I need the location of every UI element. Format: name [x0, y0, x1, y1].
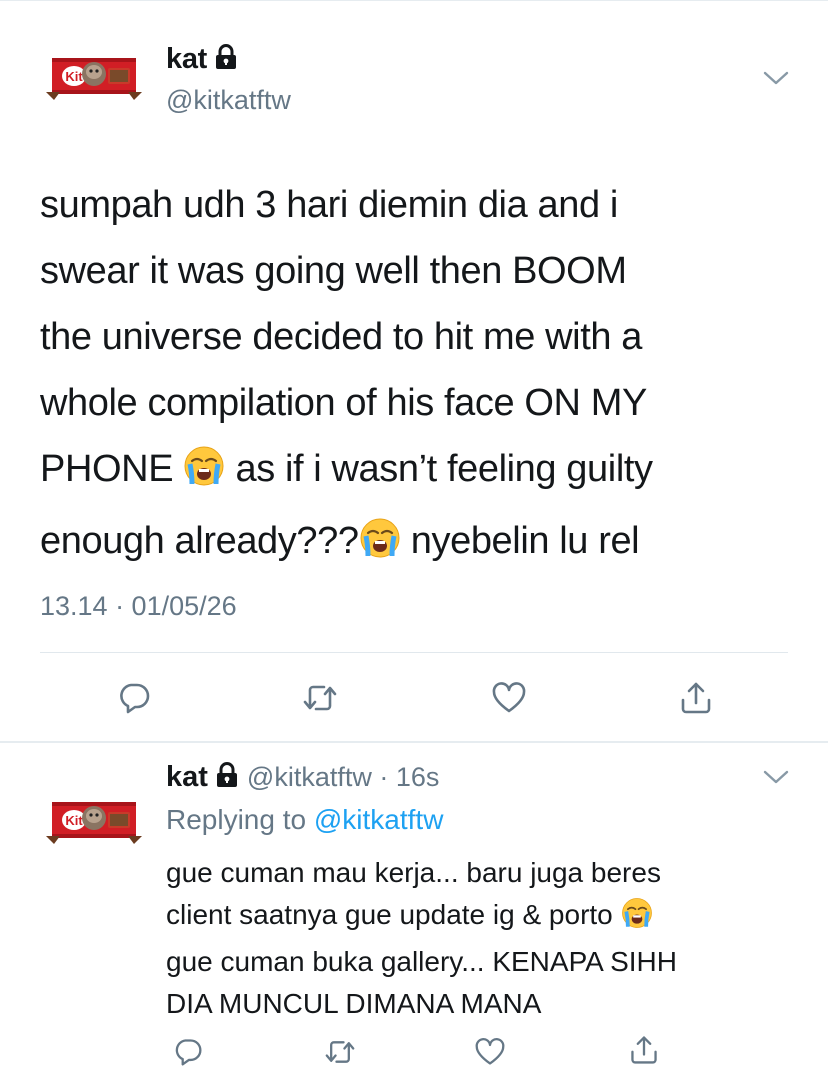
retweet-icon [303, 685, 337, 711]
crying-emoji-icon [359, 514, 401, 580]
heart-icon [475, 1038, 505, 1065]
avatar[interactable]: Kit [46, 48, 142, 104]
like-button[interactable] [487, 676, 531, 720]
share-icon [681, 682, 711, 714]
reply-text-part: gue cuman buka gallery... KENAPA SIHH DI… [166, 946, 677, 1019]
section-separator [0, 741, 828, 743]
kitkat-avatar-image: Kit [46, 802, 142, 844]
replying-to-label: Replying to [166, 804, 307, 835]
kitkat-avatar-image: Kit [46, 58, 142, 100]
avatar[interactable]: Kit [46, 792, 142, 848]
display-name[interactable]: kat [166, 43, 238, 78]
share-button[interactable] [674, 676, 718, 720]
retweet-button[interactable] [298, 676, 342, 720]
display-name-text: kat [166, 43, 208, 75]
reply-button[interactable] [112, 676, 156, 720]
svg-text:Kit: Kit [65, 813, 83, 828]
svg-text:Kit: Kit [65, 69, 83, 84]
tweet-text-part: sumpah udh 3 hari diemin dia and i swear… [40, 184, 647, 490]
share-button[interactable] [624, 1030, 664, 1070]
comment-icon [175, 1039, 202, 1066]
chevron-down-icon[interactable] [763, 769, 789, 790]
share-icon [631, 1036, 657, 1064]
reply-header[interactable]: kat @kitkatftw · 16s [166, 761, 439, 796]
crying-emoji-icon [183, 442, 225, 508]
replying-to: Replying to @kitkatftw [166, 804, 443, 836]
heart-icon [492, 682, 526, 713]
retweet-icon [325, 1041, 355, 1063]
chevron-down-icon[interactable] [763, 70, 789, 91]
lock-icon [215, 762, 239, 796]
comment-icon [120, 683, 150, 714]
mention-link[interactable]: @kitkatftw [314, 804, 444, 835]
tweet-text-part: nyebelin lu rel [400, 520, 640, 562]
tweet-text: sumpah udh 3 hari diemin dia and i swear… [40, 172, 800, 580]
crying-emoji-icon [621, 897, 653, 941]
like-button[interactable] [470, 1032, 510, 1072]
top-border [0, 0, 828, 1]
retweet-button[interactable] [320, 1032, 360, 1072]
user-handle[interactable]: @kitkatftw [166, 85, 291, 116]
reply-text-part: gue cuman mau kerja... baru juga beres c… [166, 857, 661, 930]
reply-text: gue cuman mau kerja... baru juga beres c… [166, 852, 786, 1025]
lock-icon [214, 44, 238, 78]
divider [40, 652, 788, 653]
display-name: kat [166, 761, 208, 793]
user-handle-time: @kitkatftw · 16s [246, 762, 440, 792]
tweet-timestamp[interactable]: 13.14 · 01/05/26 [40, 591, 237, 622]
reply-button[interactable] [168, 1032, 208, 1072]
